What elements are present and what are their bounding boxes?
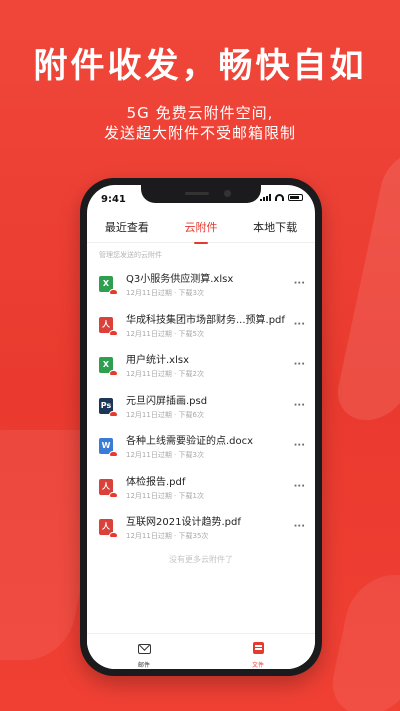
cloud-icon bbox=[109, 491, 118, 498]
battery-icon bbox=[288, 194, 303, 201]
hero-subtitle: 5G 免费云附件空间, 发送超大附件不受邮箱限制 bbox=[0, 103, 400, 143]
file-meta: 12月11日过期 · 下载1次 bbox=[126, 491, 204, 500]
file-meta: 12月11日过期 · 下载35次 bbox=[126, 532, 209, 541]
cloud-icon bbox=[109, 451, 118, 458]
more-options-icon[interactable]: ··· bbox=[294, 481, 305, 492]
file-info: 用户统计.xlsx 12月11日过期 · 下载2次 bbox=[126, 351, 315, 379]
file-icon-letter: Ps bbox=[100, 400, 112, 410]
file-name: 用户统计.xlsx bbox=[126, 355, 190, 367]
pdf-file-icon: 人 bbox=[99, 478, 118, 498]
file-icon-letter: 人 bbox=[102, 522, 110, 532]
file-name: Q3小服务供应测算.xlsx bbox=[126, 274, 234, 286]
file-row[interactable]: X Q3小服务供应测算.xlsx 12月11日过期 · 下载3次 ··· bbox=[87, 264, 315, 305]
xlsx-file-icon: X bbox=[99, 276, 118, 296]
more-options-icon[interactable]: ··· bbox=[294, 440, 305, 451]
hero-section: 附件收发，畅快自如 5G 免费云附件空间, 发送超大附件不受邮箱限制 bbox=[0, 0, 400, 143]
nav-mail[interactable]: 邮件 bbox=[87, 634, 201, 669]
file-meta: 12月11日过期 · 下载2次 bbox=[126, 370, 204, 379]
background-decoration bbox=[331, 150, 400, 420]
file-name: 体检报告.pdf bbox=[126, 476, 186, 488]
file-list: X Q3小服务供应测算.xlsx 12月11日过期 · 下载3次 ··· 人 华成科技集团… bbox=[87, 264, 315, 548]
file-icon-letter: 人 bbox=[102, 481, 110, 491]
nav-label: 邮件 bbox=[137, 662, 150, 669]
file-name: 各种上线需要验证的点.docx bbox=[126, 436, 254, 448]
file-row[interactable]: 人 华成科技集团市场部财务...预算.pdf 12月11日过期 · 下载5次 ··· bbox=[87, 305, 315, 346]
file-meta: 12月11日过期 · 下载3次 bbox=[126, 451, 204, 460]
file-icon-letter: 人 bbox=[102, 319, 110, 329]
phone-screen: 9:41 最近查看 云附件 本地下载 管理您发送的云附件 X Q3小服务供应测算.xl… bbox=[87, 185, 315, 669]
file-meta: 12月11日过期 · 下载6次 bbox=[126, 410, 204, 419]
file-icon-letter: X bbox=[102, 279, 110, 289]
pdf-file-icon: 人 bbox=[99, 519, 118, 539]
mail-icon bbox=[137, 644, 151, 654]
end-of-list-note: 没有更多云附件了 bbox=[169, 554, 233, 564]
docx-file-icon: W bbox=[99, 438, 118, 458]
file-info: 华成科技集团市场部财务...预算.pdf 12月11日过期 · 下载5次 bbox=[126, 311, 315, 339]
hero-title: 附件收发，畅快自如 bbox=[33, 46, 367, 86]
file-name: 互联网2021设计趋势.pdf bbox=[126, 517, 241, 529]
file-meta: 12月11日过期 · 下载5次 bbox=[126, 329, 204, 338]
psd-file-icon: Ps bbox=[99, 397, 118, 417]
status-icons bbox=[260, 194, 303, 201]
more-options-icon[interactable]: ··· bbox=[294, 278, 305, 289]
file-row[interactable]: X 用户统计.xlsx 12月11日过期 · 下载2次 ··· bbox=[87, 345, 315, 386]
file-row[interactable]: 人 体检报告.pdf 12月11日过期 · 下载1次 ··· bbox=[87, 467, 315, 508]
file-row[interactable]: W 各种上线需要验证的点.docx 12月11日过期 · 下载3次 ··· bbox=[87, 426, 315, 467]
file-icon-letter: X bbox=[102, 360, 110, 370]
xlsx-file-icon: X bbox=[99, 357, 118, 377]
pdf-file-icon: 人 bbox=[99, 316, 118, 336]
file-info: Q3小服务供应测算.xlsx 12月11日过期 · 下载3次 bbox=[126, 270, 315, 298]
file-row[interactable]: Ps 元旦闪屏插画.psd 12月11日过期 · 下载6次 ··· bbox=[87, 386, 315, 427]
more-options-icon[interactable]: ··· bbox=[294, 400, 305, 411]
bottom-nav: 邮件 文件 bbox=[87, 633, 315, 669]
nav-files[interactable]: 文件 bbox=[201, 634, 315, 669]
more-options-icon[interactable]: ··· bbox=[294, 359, 305, 370]
hero-subtitle-line2: 发送超大附件不受邮箱限制 bbox=[103, 124, 296, 142]
file-info: 体检报告.pdf 12月11日过期 · 下载1次 bbox=[126, 473, 315, 501]
wifi-icon bbox=[275, 194, 284, 201]
background-decoration bbox=[325, 575, 400, 711]
tab-local-downloads[interactable]: 本地下载 bbox=[247, 215, 303, 239]
file-name: 华成科技集团市场部财务...预算.pdf bbox=[126, 314, 285, 326]
file-info: 互联网2021设计趋势.pdf 12月11日过期 · 下载35次 bbox=[126, 513, 315, 541]
section-hint: 管理您发送的云附件 bbox=[99, 251, 162, 259]
phone-frame: 9:41 最近查看 云附件 本地下载 管理您发送的云附件 X Q3小服务供应测算.xl… bbox=[80, 178, 322, 676]
more-options-icon[interactable]: ··· bbox=[294, 521, 305, 532]
status-time: 9:41 bbox=[101, 194, 126, 205]
cloud-icon bbox=[109, 532, 118, 539]
file-meta: 12月11日过期 · 下载3次 bbox=[126, 289, 204, 298]
file-icon bbox=[252, 642, 264, 654]
cloud-icon bbox=[109, 410, 118, 417]
file-info: 各种上线需要验证的点.docx 12月11日过期 · 下载3次 bbox=[126, 432, 315, 460]
file-row[interactable]: 人 互联网2021设计趋势.pdf 12月11日过期 · 下载35次 ··· bbox=[87, 507, 315, 548]
cloud-icon bbox=[109, 370, 118, 377]
cloud-icon bbox=[109, 329, 118, 336]
more-options-icon[interactable]: ··· bbox=[294, 319, 305, 330]
tab-cloud-attachments[interactable]: 云附件 bbox=[178, 215, 223, 244]
file-name: 元旦闪屏插画.psd bbox=[126, 395, 208, 407]
file-info: 元旦闪屏插画.psd 12月11日过期 · 下载6次 bbox=[126, 392, 315, 420]
tab-bar: 最近查看 云附件 本地下载 bbox=[87, 211, 315, 244]
signal-icon bbox=[260, 194, 271, 201]
cloud-icon bbox=[109, 289, 118, 296]
file-icon-letter: W bbox=[101, 441, 111, 451]
status-bar: 9:41 bbox=[87, 185, 315, 209]
tab-recent[interactable]: 最近查看 bbox=[99, 215, 155, 239]
hero-subtitle-line1: 5G 免费云附件空间, bbox=[126, 104, 274, 122]
nav-label: 文件 bbox=[251, 662, 264, 669]
